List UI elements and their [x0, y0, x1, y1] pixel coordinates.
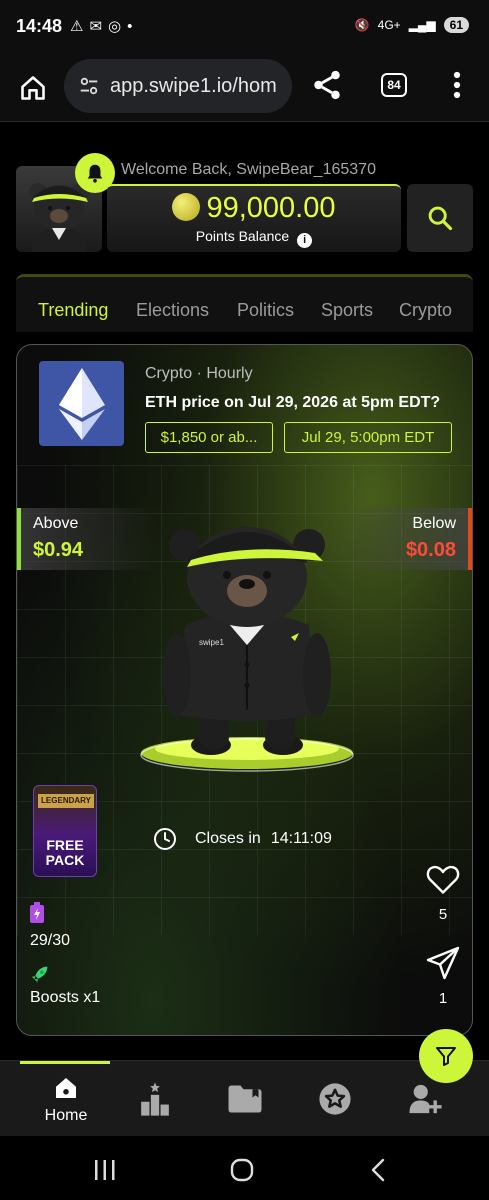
search-button[interactable]	[407, 184, 473, 252]
bottom-navigation: Home	[0, 1060, 489, 1136]
rocket-icon	[31, 966, 48, 983]
send-icon[interactable]	[425, 945, 461, 981]
address-bar[interactable]: app.swipe1.io/hom	[64, 59, 292, 113]
home-icon	[21, 76, 45, 100]
above-label: Above	[33, 515, 79, 532]
filter-button[interactable]	[419, 1029, 473, 1083]
pack-label-second: PACK	[45, 852, 85, 868]
mute-icon: 🔇	[354, 18, 370, 32]
tab-elections[interactable]: Elections	[136, 300, 209, 321]
heart-icon[interactable]	[425, 862, 461, 896]
status-bar: 14:48 ⚠ ✉ ◎ • 🔇 4G+ ▂▄▆ 61	[0, 0, 489, 56]
tab-trending[interactable]: Trending	[38, 300, 108, 321]
more-menu-icon[interactable]	[448, 70, 466, 100]
system-icons: 🔇 4G+ ▂▄▆ 61	[355, 17, 469, 33]
system-navigation-bar	[0, 1136, 489, 1200]
folder-icon	[228, 1085, 262, 1113]
status-time: 14:48	[16, 16, 63, 36]
tab-sports[interactable]: Sports	[321, 300, 373, 321]
closes-label: Closes in	[195, 830, 261, 847]
browser-home-button[interactable]	[16, 71, 50, 105]
points-label: Points Balance	[195, 228, 290, 244]
notification-icons: ⚠ ✉ ◎ •	[70, 17, 133, 36]
free-pack-button[interactable]: LEGENDARY FREE PACK	[33, 785, 97, 877]
nav-leaderboard[interactable]	[130, 1061, 180, 1137]
filter-icon	[436, 1047, 456, 1066]
star-badge-icon	[319, 1083, 351, 1115]
like-count: 5	[438, 906, 448, 923]
whatsapp-icon: ◎	[108, 18, 122, 35]
nav-home-label: Home	[44, 1107, 88, 1124]
above-option[interactable]: Above $0.94	[17, 508, 157, 570]
home-icon	[56, 1078, 76, 1098]
coin-icon	[172, 193, 201, 221]
home-circle-icon[interactable]	[230, 1158, 254, 1182]
points-value: 99,000.00	[206, 192, 336, 224]
site-settings-icon[interactable]	[78, 75, 100, 97]
browser-toolbar: app.swipe1.io/hom 84	[0, 56, 489, 122]
energy-battery-icon	[30, 902, 44, 923]
dot-icon: •	[127, 17, 133, 35]
category-tabs: Trending Elections Politics Sports Crypt…	[16, 274, 473, 332]
resolution-time-chip[interactable]: Jul 29, 5:00pm EDT	[284, 422, 452, 453]
battery-indicator: 61	[443, 17, 469, 33]
info-icon[interactable]: i	[297, 232, 313, 248]
outcome-chip[interactable]: $1,850 or ab...	[145, 422, 273, 453]
back-icon[interactable]	[370, 1158, 386, 1182]
below-label: Below	[412, 515, 456, 532]
mail-icon: ✉	[89, 18, 103, 35]
market-category: Crypto · Hourly	[145, 365, 253, 382]
market-question: ETH price on Jul 29, 2026 at 5pm EDT?	[145, 394, 441, 411]
network-type: 4G+	[377, 18, 401, 32]
leaderboard-icon	[141, 1082, 169, 1116]
ethereum-logo	[39, 361, 124, 446]
add-user-icon	[409, 1084, 442, 1114]
recent-apps-icon[interactable]	[94, 1160, 116, 1180]
closes-timer: 14:11:09	[270, 830, 332, 847]
points-balance-card: 99,000.00 Points Balance i	[107, 184, 401, 252]
points-value-row: 99,000.00	[107, 192, 401, 225]
tab-politics[interactable]: Politics	[237, 300, 294, 321]
above-price: $0.94	[33, 539, 84, 561]
market-card[interactable]: Crypto · Hourly ETH price on Jul 29, 202…	[16, 344, 473, 1036]
bear-brand-text: swipe1	[199, 638, 224, 647]
share-icon[interactable]	[310, 68, 344, 102]
points-label-row: Points Balance i	[107, 228, 401, 248]
search-icon	[428, 206, 453, 231]
bell-icon	[87, 164, 103, 183]
share-count: 1	[438, 990, 448, 1007]
tab-crypto[interactable]: Crypto	[399, 300, 452, 321]
nav-collection[interactable]	[220, 1061, 270, 1137]
signal-icon: ▂▄▆	[408, 18, 436, 32]
below-price: $0.08	[405, 539, 456, 561]
warning-icon: ⚠	[70, 18, 84, 35]
tab-switcher-button[interactable]: 84	[381, 73, 407, 97]
energy-count: 29/30	[30, 932, 71, 949]
ethereum-icon	[58, 367, 105, 440]
clock-icon	[154, 828, 176, 850]
bear-mascot-illustration[interactable]: swipe1	[137, 505, 357, 775]
welcome-text: Welcome Back, SwipeBear_165370	[121, 161, 376, 178]
pack-title: LEGENDARY	[38, 794, 94, 808]
nav-favorites[interactable]	[310, 1061, 360, 1137]
url-text: app.swipe1.io/hom	[110, 74, 277, 97]
pack-label-first: FREE	[46, 837, 84, 853]
boosts-label: Boosts x1	[30, 989, 101, 1006]
closes-in-row: Closes in 14:11:09	[153, 827, 332, 851]
nav-home[interactable]: Home	[28, 1061, 104, 1137]
